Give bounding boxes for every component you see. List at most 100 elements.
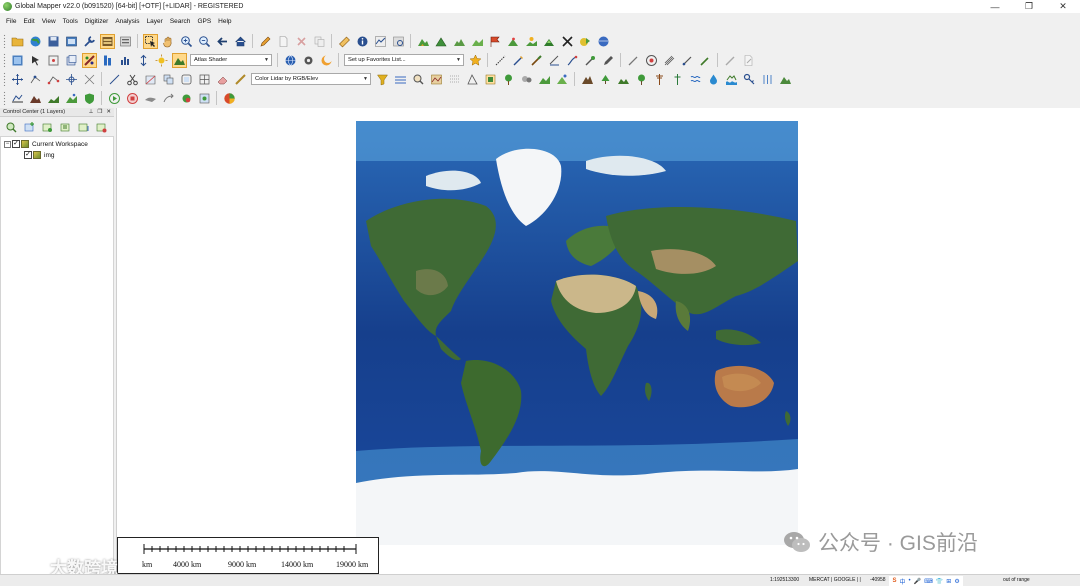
wrench-icon[interactable]: [82, 34, 97, 49]
pencil-edit-icon[interactable]: [601, 53, 616, 68]
move-feature-icon[interactable]: [10, 72, 25, 87]
close-button[interactable]: ✕: [1046, 0, 1080, 13]
path-arrow-icon[interactable]: [161, 91, 176, 106]
document-edit-icon[interactable]: [741, 53, 756, 68]
menu-edit[interactable]: Edit: [23, 18, 34, 25]
tower-icon[interactable]: [670, 72, 685, 87]
cut-icon[interactable]: [125, 72, 140, 87]
shape-tool-icon[interactable]: [578, 34, 593, 49]
raster-layer-icon[interactable]: [10, 53, 25, 68]
zoom-out-icon[interactable]: [197, 34, 212, 49]
new-document-icon[interactable]: [276, 34, 291, 49]
lidar-filter-icon[interactable]: [375, 72, 390, 87]
restore-icon[interactable]: ❐: [97, 109, 102, 115]
scissor-line-icon[interactable]: [680, 53, 695, 68]
line-tool-icon[interactable]: [107, 72, 122, 87]
pencil-icon[interactable]: [258, 34, 273, 49]
skin-icon[interactable]: 👕: [936, 578, 943, 585]
lidar-area-icon[interactable]: [465, 72, 480, 87]
contour-icon[interactable]: [470, 34, 485, 49]
play-icon[interactable]: [107, 91, 122, 106]
copy-icon[interactable]: [312, 34, 327, 49]
ime-chinese-toggle[interactable]: 中: [900, 577, 906, 586]
pole-icon[interactable]: [652, 72, 667, 87]
vegetation-icon[interactable]: [598, 72, 613, 87]
measure-tape-icon[interactable]: [233, 72, 248, 87]
back-arrow-icon[interactable]: [215, 34, 230, 49]
layer-move-icon[interactable]: [76, 120, 91, 135]
green-brush-icon[interactable]: [583, 53, 598, 68]
toolbar-grip[interactable]: [3, 91, 6, 105]
layer-list-icon[interactable]: [118, 34, 133, 49]
menu-layer[interactable]: Layer: [147, 18, 163, 25]
flag-icon[interactable]: [488, 34, 503, 49]
volume-icon[interactable]: [64, 91, 79, 106]
pan-hand-icon[interactable]: [161, 34, 176, 49]
lake-fill-icon[interactable]: [724, 72, 739, 87]
terrain-shade-icon[interactable]: [452, 34, 467, 49]
settings-gear-icon[interactable]: [301, 53, 316, 68]
zoom-in-icon[interactable]: [179, 34, 194, 49]
tree-collapse-toggle[interactable]: −: [4, 140, 11, 148]
vertex-add-icon[interactable]: [28, 72, 43, 87]
shader-select[interactable]: Atlas Shader ▼: [190, 54, 272, 66]
lidar-classify-ground-icon[interactable]: [555, 72, 570, 87]
earthwork-icon[interactable]: [46, 91, 61, 106]
brush-icon[interactable]: [529, 53, 544, 68]
terrain-mountain-icon[interactable]: [28, 91, 43, 106]
grid-area-icon[interactable]: [197, 72, 212, 87]
lidar-color-select[interactable]: Color Lidar by RGB/Elev ▼: [251, 73, 371, 85]
fly-through-icon[interactable]: [143, 91, 158, 106]
ime-punct-icon[interactable]: •: [909, 578, 911, 584]
feature-info-icon[interactable]: [28, 53, 43, 68]
minimize-button[interactable]: —: [978, 0, 1012, 13]
terrain-peak-icon[interactable]: [580, 72, 595, 87]
globe-view-icon[interactable]: [283, 53, 298, 68]
viewshed-icon[interactable]: [506, 34, 521, 49]
map-layout-icon[interactable]: [542, 34, 557, 49]
delete-x-icon[interactable]: [294, 34, 309, 49]
layer-close-icon[interactable]: [94, 120, 109, 135]
overlay-control-icon[interactable]: [99, 33, 115, 49]
open-folder-icon[interactable]: [10, 34, 25, 49]
draw-line-icon[interactable]: [493, 53, 508, 68]
shield-check-icon[interactable]: [82, 91, 97, 106]
menu-file[interactable]: File: [6, 18, 16, 25]
restore-button[interactable]: ❐: [1012, 0, 1046, 13]
sun-terrain-icon[interactable]: [524, 34, 539, 49]
lidar-grid-icon[interactable]: [483, 72, 498, 87]
info-icon[interactable]: [355, 34, 370, 49]
lidar-building-icon[interactable]: [519, 72, 534, 87]
elevation-legend-icon[interactable]: [100, 53, 115, 68]
lidar-search-icon[interactable]: [411, 72, 426, 87]
menu-gps[interactable]: GPS: [197, 18, 211, 25]
area-feature-icon[interactable]: [64, 53, 79, 68]
3d-view-icon[interactable]: [434, 34, 449, 49]
color-wheel-icon[interactable]: [222, 91, 237, 106]
toolbar-grip[interactable]: [3, 53, 6, 67]
buffer-icon[interactable]: [179, 72, 194, 87]
target-icon[interactable]: [644, 53, 659, 68]
workspace-icon[interactable]: [64, 34, 79, 49]
terrain-map-icon[interactable]: [416, 34, 431, 49]
vertex-node-icon[interactable]: [46, 72, 61, 87]
layer-zoom-icon[interactable]: [4, 120, 19, 135]
path-profile-icon[interactable]: [373, 34, 388, 49]
digitizer-select-icon[interactable]: [142, 33, 158, 49]
profile-line-icon[interactable]: [10, 91, 25, 106]
edit-line-icon[interactable]: [511, 53, 526, 68]
measure-ruler-icon[interactable]: [337, 34, 352, 49]
ruler-draw-icon[interactable]: [547, 53, 562, 68]
light-direction-icon[interactable]: [154, 53, 169, 68]
image-swipe-icon[interactable]: [391, 34, 406, 49]
area-split-icon[interactable]: [143, 72, 158, 87]
waterfall-icon[interactable]: [760, 72, 775, 87]
move-vertex-icon[interactable]: [46, 53, 61, 68]
draw-arc-icon[interactable]: [626, 53, 641, 68]
tree-icon[interactable]: [634, 72, 649, 87]
menu-tools[interactable]: Tools: [63, 18, 78, 25]
split-vertex-icon[interactable]: [82, 72, 97, 87]
crosshair-icon[interactable]: [64, 72, 79, 87]
combine-area-icon[interactable]: [161, 72, 176, 87]
eraser-icon[interactable]: [215, 72, 230, 87]
